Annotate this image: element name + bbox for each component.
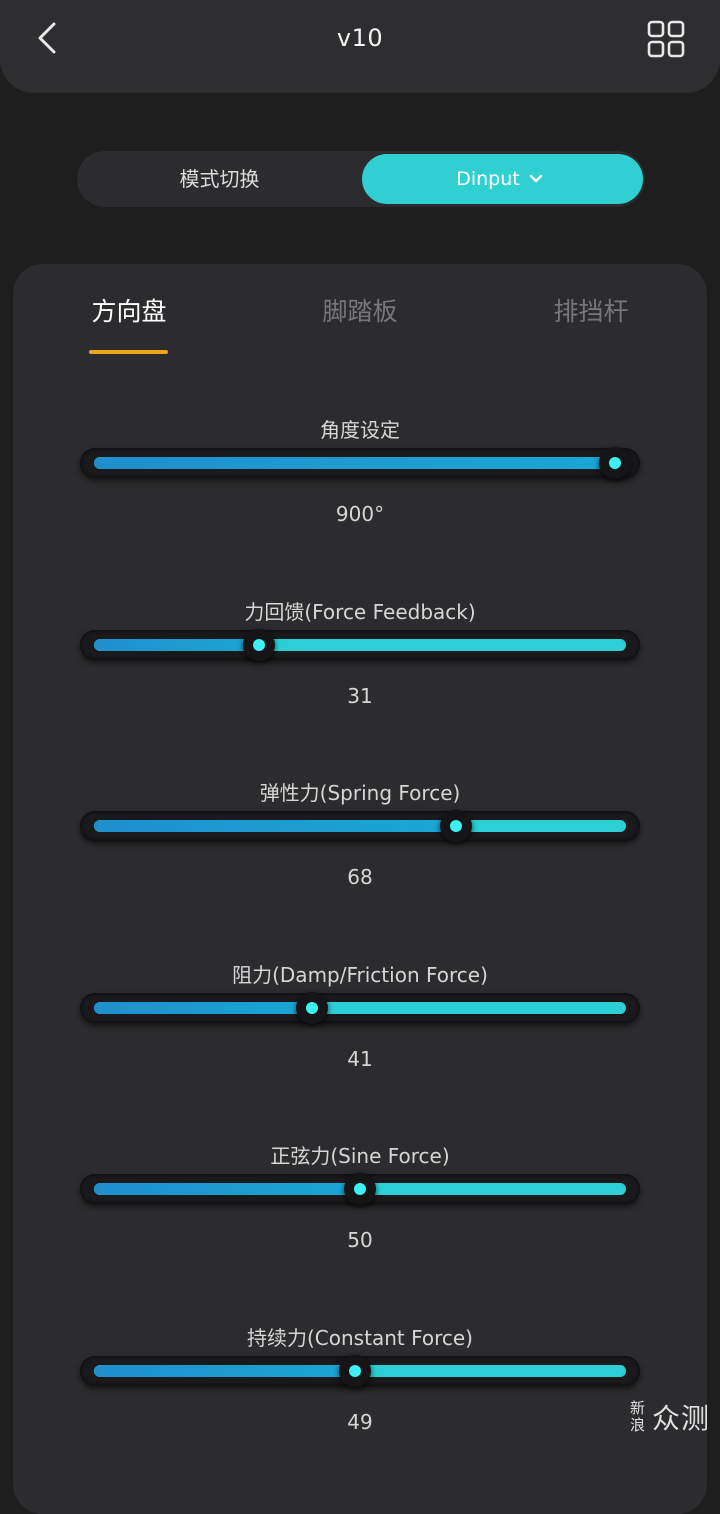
tab-steering-wheel[interactable]: 方向盘 bbox=[29, 292, 229, 328]
setting-value: 68 bbox=[347, 865, 373, 889]
slider-thumb[interactable] bbox=[599, 447, 632, 479]
setting-value: 41 bbox=[347, 1047, 373, 1071]
setting-spring-force: 弹性力(Spring Force) 68 bbox=[0, 777, 720, 927]
setting-value: 50 bbox=[347, 1228, 373, 1252]
setting-label: 正弦力(Sine Force) bbox=[270, 1144, 450, 1168]
setting-label: 阻力(Damp/Friction Force) bbox=[232, 963, 488, 987]
watermark-big-text: 众测 bbox=[652, 1402, 711, 1435]
setting-force-feedback: 力回馈(Force Feedback) 31 bbox=[0, 596, 720, 746]
setting-value: 900° bbox=[335, 502, 385, 526]
chevron-down-icon bbox=[529, 174, 543, 183]
grid-icon[interactable] bbox=[647, 20, 685, 58]
slider-thumb[interactable] bbox=[338, 1355, 371, 1387]
setting-label: 力回馈(Force Feedback) bbox=[244, 600, 476, 624]
slider-thumb[interactable] bbox=[242, 629, 275, 661]
watermark-small-text: 新浪 bbox=[630, 1399, 646, 1434]
damp-friction-slider[interactable] bbox=[80, 992, 640, 1024]
mode-select-value: Dinput bbox=[456, 168, 520, 190]
slider-thumb[interactable] bbox=[296, 992, 329, 1024]
constant-force-slider[interactable] bbox=[80, 1355, 640, 1387]
mode-select-dropdown[interactable]: Dinput bbox=[362, 154, 643, 204]
mode-switch-label: 模式切换 bbox=[179, 167, 260, 191]
setting-value: 49 bbox=[347, 1410, 373, 1434]
setting-value: 31 bbox=[347, 684, 373, 708]
slider-thumb[interactable] bbox=[344, 1173, 376, 1205]
setting-damp-friction-force: 阻力(Damp/Friction Force) 41 bbox=[0, 959, 720, 1109]
page-title: v10 bbox=[336, 24, 384, 52]
setting-constant-force: 持续力(Constant Force) 49 bbox=[0, 1322, 720, 1472]
setting-label: 持续力(Constant Force) bbox=[247, 1326, 473, 1350]
mode-switch-bar: 模式切换 Dinput bbox=[77, 151, 645, 207]
angle-slider[interactable] bbox=[80, 447, 640, 479]
setting-label: 角度设定 bbox=[320, 418, 400, 442]
sine-force-slider[interactable] bbox=[80, 1173, 640, 1205]
slider-thumb[interactable] bbox=[439, 810, 472, 842]
active-tab-indicator bbox=[89, 350, 168, 354]
spring-force-slider[interactable] bbox=[80, 810, 640, 842]
tab-shifter[interactable]: 排挡杆 bbox=[491, 292, 691, 328]
watermark: 新浪 众测 bbox=[630, 1400, 716, 1442]
setting-sine-force: 正弦力(Sine Force) 50 bbox=[0, 1140, 720, 1290]
app-header: v10 bbox=[0, 0, 720, 93]
force-feedback-slider[interactable] bbox=[80, 629, 640, 661]
setting-label: 弹性力(Spring Force) bbox=[259, 781, 461, 805]
tab-pedals[interactable]: 脚踏板 bbox=[260, 292, 460, 328]
setting-angle: 角度设定 900° bbox=[0, 414, 720, 564]
